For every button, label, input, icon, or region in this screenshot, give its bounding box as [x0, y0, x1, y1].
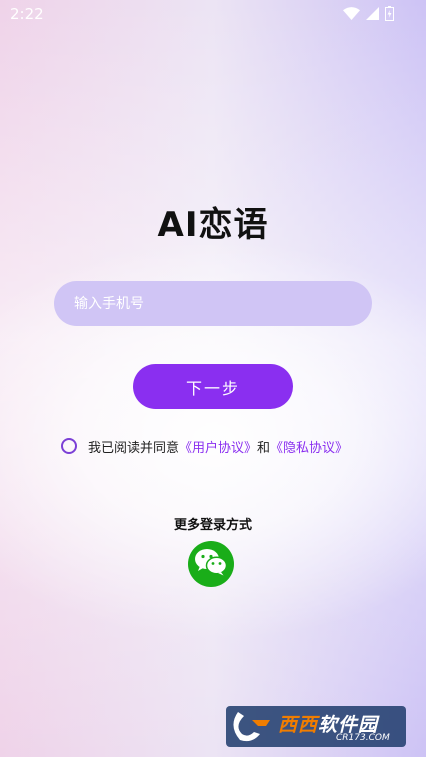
app-title: AI恋语 — [157, 205, 269, 245]
user-agreement-link[interactable]: 《用户协议》 — [179, 437, 257, 456]
wechat-login-button[interactable] — [188, 541, 234, 587]
watermark: 西西软件园 CR173.COM — [226, 706, 406, 747]
agreement-conjunction: 和 — [257, 440, 271, 456]
wifi-icon — [343, 7, 360, 20]
wechat-icon — [194, 548, 228, 580]
login-screen: 2:22 AI恋语 下一步 我已阅读并同意 《用户协议》 和 《隐私协议》 — [0, 0, 426, 757]
phone-input[interactable] — [54, 281, 372, 326]
agreement-row: 我已阅读并同意 《用户协议》 和 《隐私协议》 — [61, 436, 348, 456]
privacy-policy-link[interactable]: 《隐私协议》 — [270, 437, 348, 456]
agreement-text: 我已阅读并同意 — [88, 440, 180, 456]
next-button[interactable]: 下一步 — [133, 364, 293, 409]
watermark-site: CR173.COM — [336, 733, 390, 743]
status-time: 2:22 — [10, 5, 44, 23]
more-login-label: 更多登录方式 — [173, 518, 252, 533]
agreement-checkbox[interactable] — [61, 438, 77, 454]
signal-icon — [366, 7, 379, 20]
status-bar: 2:22 — [0, 0, 426, 28]
status-icons — [343, 6, 394, 21]
battery-icon — [385, 6, 394, 21]
